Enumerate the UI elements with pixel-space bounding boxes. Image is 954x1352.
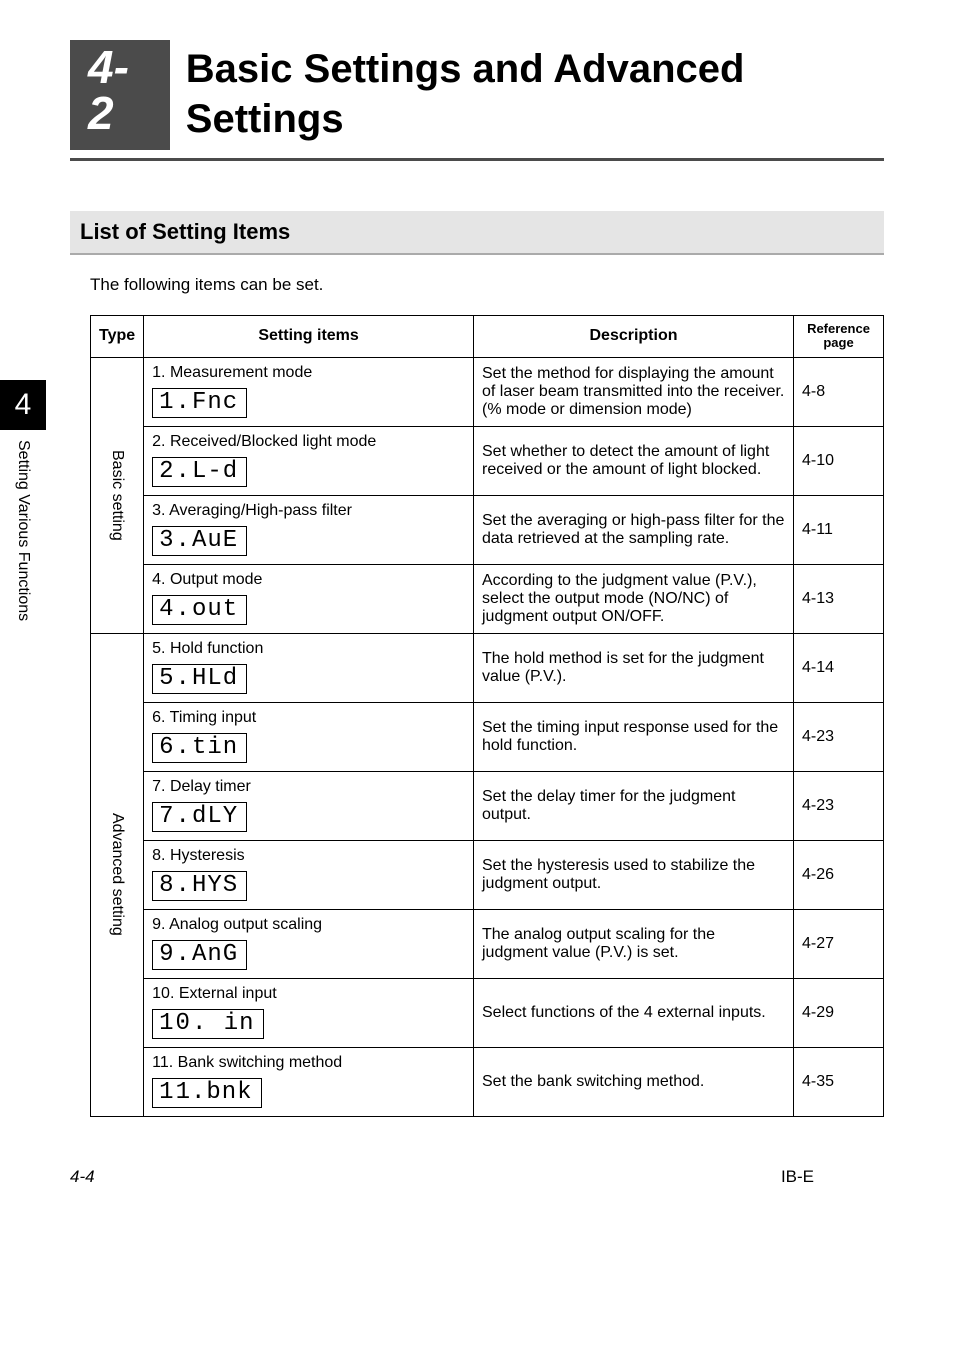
setting-cell: 5. Hold function 5.HLd (144, 633, 474, 702)
col-type: Type (91, 316, 144, 358)
table-row: 11. Bank switching method 11.bnk Set the… (91, 1047, 884, 1116)
side-tab: 4 Setting Various Functions (0, 380, 46, 621)
chapter-caption: Setting Various Functions (14, 440, 32, 621)
section-title: Basic Settings and Advanced Settings (186, 40, 884, 144)
setting-cell: 4. Output mode 4.out (144, 564, 474, 633)
setting-cell: 8. Hysteresis 8.HYS (144, 840, 474, 909)
setting-cell: 2. Received/Blocked light mode 2.L-d (144, 426, 474, 495)
setting-name: 5. Hold function (152, 640, 465, 658)
ref-cell: 4-14 (794, 633, 884, 702)
ref-cell: 4-23 (794, 771, 884, 840)
desc-cell: Set the bank switching method. (474, 1047, 794, 1116)
setting-name: 8. Hysteresis (152, 847, 465, 865)
table-row: 9. Analog output scaling 9.AnG The analo… (91, 909, 884, 978)
ref-cell: 4-8 (794, 357, 884, 426)
type-cell-basic: Basic setting (91, 357, 144, 633)
desc-cell: Select functions of the 4 external input… (474, 978, 794, 1047)
col-items: Setting items (144, 316, 474, 358)
table-header-row: Type Setting items Description Reference… (91, 316, 884, 358)
setting-name: 7. Delay timer (152, 778, 465, 796)
display-box: 7.dLY (152, 802, 247, 832)
setting-cell: 7. Delay timer 7.dLY (144, 771, 474, 840)
table-row: Basic setting 1. Measurement mode 1.Fnc … (91, 357, 884, 426)
desc-cell: According to the judgment value (P.V.), … (474, 564, 794, 633)
table-row: 2. Received/Blocked light mode 2.L-d Set… (91, 426, 884, 495)
display-box: 6.tin (152, 733, 247, 763)
desc-cell: Set the averaging or high-pass filter fo… (474, 495, 794, 564)
setting-cell: 1. Measurement mode 1.Fnc (144, 357, 474, 426)
display-box: 11.bnk (152, 1078, 261, 1108)
setting-name: 1. Measurement mode (152, 364, 465, 382)
setting-name: 10. External input (152, 985, 465, 1003)
ref-cell: 4-11 (794, 495, 884, 564)
section-header: 4-2 Basic Settings and Advanced Settings (70, 40, 884, 150)
setting-cell: 11. Bank switching method 11.bnk (144, 1047, 474, 1116)
setting-cell: 3. Averaging/High-pass filter 3.AuE (144, 495, 474, 564)
type-cell-advanced: Advanced setting (91, 633, 144, 1116)
table-row: Advanced setting 5. Hold function 5.HLd … (91, 633, 884, 702)
table-row: 3. Averaging/High-pass filter 3.AuE Set … (91, 495, 884, 564)
table-row: 6. Timing input 6.tin Set the timing inp… (91, 702, 884, 771)
footer-page-number: 4-4 (70, 1167, 95, 1187)
table-row: 8. Hysteresis 8.HYS Set the hysteresis u… (91, 840, 884, 909)
display-box: 9.AnG (152, 940, 247, 970)
display-box: 2.L-d (152, 457, 247, 487)
table-row: 10. External input 10. in Select functio… (91, 978, 884, 1047)
col-ref: Reference page (794, 316, 884, 358)
display-box: 3.AuE (152, 526, 247, 556)
setting-cell: 9. Analog output scaling 9.AnG (144, 909, 474, 978)
desc-cell: Set whether to detect the amount of ligh… (474, 426, 794, 495)
section-number-badge: 4-2 (70, 40, 170, 150)
intro-text: The following items can be set. (90, 275, 884, 295)
setting-name: 4. Output mode (152, 571, 465, 589)
setting-name: 2. Received/Blocked light mode (152, 433, 465, 451)
header-underline (70, 158, 884, 161)
footer-doc-id: IB-E (781, 1167, 814, 1187)
subsection-title: List of Setting Items (70, 211, 884, 255)
ref-cell: 4-35 (794, 1047, 884, 1116)
display-box: 10. in (152, 1009, 263, 1039)
setting-name: 9. Analog output scaling (152, 916, 465, 934)
setting-name: 6. Timing input (152, 709, 465, 727)
setting-cell: 10. External input 10. in (144, 978, 474, 1047)
ref-cell: 4-26 (794, 840, 884, 909)
desc-cell: Set the method for displaying the amount… (474, 357, 794, 426)
setting-cell: 6. Timing input 6.tin (144, 702, 474, 771)
display-box: 8.HYS (152, 871, 247, 901)
setting-name: 3. Averaging/High-pass filter (152, 502, 465, 520)
desc-cell: The analog output scaling for the judgme… (474, 909, 794, 978)
ref-cell: 4-23 (794, 702, 884, 771)
desc-cell: Set the hysteresis used to stabilize the… (474, 840, 794, 909)
table-row: 4. Output mode 4.out According to the ju… (91, 564, 884, 633)
display-box: 5.HLd (152, 664, 247, 694)
table-row: 7. Delay timer 7.dLY Set the delay timer… (91, 771, 884, 840)
setting-name: 11. Bank switching method (152, 1054, 465, 1072)
ref-cell: 4-13 (794, 564, 884, 633)
desc-cell: The hold method is set for the judgment … (474, 633, 794, 702)
display-box: 1.Fnc (152, 388, 247, 418)
display-box: 4.out (152, 595, 247, 625)
col-desc: Description (474, 316, 794, 358)
desc-cell: Set the delay timer for the judgment out… (474, 771, 794, 840)
ref-cell: 4-10 (794, 426, 884, 495)
ref-cell: 4-27 (794, 909, 884, 978)
page-footer: 4-4 IB-E (70, 1167, 814, 1187)
desc-cell: Set the timing input response used for t… (474, 702, 794, 771)
chapter-number-badge: 4 (0, 380, 46, 430)
ref-cell: 4-29 (794, 978, 884, 1047)
settings-table: Type Setting items Description Reference… (90, 315, 884, 1117)
